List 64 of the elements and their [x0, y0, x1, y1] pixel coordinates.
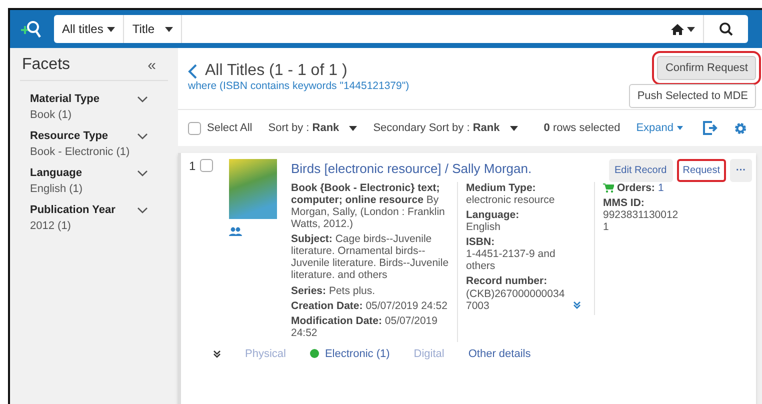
request-button[interactable]: Request — [676, 159, 726, 182]
facet-heading: Language — [30, 167, 82, 179]
result-number: 1 — [189, 159, 196, 173]
orders-link[interactable]: 1 — [658, 182, 664, 194]
record-tab[interactable]: Electronic (1) — [324, 348, 390, 360]
search-icon — [719, 22, 733, 36]
record-title-link[interactable]: Birds [electronic resource] / Sally Morgan. — [291, 161, 532, 176]
field-label: ISBN: — [466, 236, 496, 248]
field-value: electronic resource — [466, 194, 555, 206]
facet-heading: Resource Type — [30, 130, 108, 142]
facet-value[interactable]: 2012 (1) — [30, 220, 148, 232]
query-link[interactable]: where (ISBN contains keywords "1445121379") — [188, 80, 410, 92]
caret-icon — [165, 26, 174, 32]
caret-icon — [510, 126, 518, 130]
field-dropdown[interactable]: Title — [124, 15, 182, 43]
home-icon[interactable] — [671, 24, 684, 34]
field-value: 1-4451-2137-9 and others — [466, 248, 556, 272]
results-title: All Titles (1 - 1 of 1 ) — [205, 62, 348, 80]
search-logo-icon[interactable] — [20, 19, 42, 39]
field-label: Language: — [466, 209, 520, 222]
edit-record-button[interactable]: Edit Record — [608, 159, 673, 182]
sort-label: Sort by : Rank — [268, 122, 340, 134]
facet-heading: Publication Year — [30, 204, 116, 216]
row-checkbox[interactable] — [200, 159, 213, 172]
caret-icon — [107, 26, 116, 32]
field-value: (CKB)2670000000347003 — [466, 288, 566, 312]
users-icon[interactable] — [229, 227, 242, 236]
facet-value[interactable]: Book - Electronic (1) — [30, 146, 148, 158]
record-field: Modification Date: 05/07/2019 24:52 — [291, 314, 451, 339]
export-icon[interactable] — [702, 121, 718, 135]
settings-icon[interactable] — [734, 122, 747, 134]
field-value: 99238311300121 — [603, 209, 678, 234]
chevron-down-icon[interactable] — [137, 96, 148, 102]
facet-heading: Material Type — [30, 93, 100, 105]
rows-selected-text: 0 rows selected — [544, 122, 620, 134]
caret-icon — [676, 126, 683, 130]
record-field: Creation Date: 05/07/2019 24:52 — [291, 300, 451, 312]
field-label: Medium Type: — [466, 182, 537, 194]
double-chevron-icon[interactable] — [213, 350, 221, 358]
cart-icon — [603, 183, 614, 193]
push-button[interactable]: Push Selected to MDE — [629, 84, 756, 108]
chevron-down-icon[interactable] — [137, 170, 148, 176]
facet-value[interactable]: English (1) — [30, 183, 148, 195]
chevron-down-icon[interactable] — [137, 132, 148, 140]
orders-label: Orders: — [617, 182, 655, 194]
caret-icon — [687, 26, 695, 32]
select-all-checkbox[interactable] — [188, 122, 201, 134]
caret-icon — [349, 126, 358, 130]
select-all-label[interactable]: Select All — [207, 122, 252, 134]
secondary-sort-label: Secondary Sort by : Rank — [373, 122, 500, 134]
chevron-down-icon[interactable] — [137, 206, 148, 214]
record-tab[interactable]: Other details — [468, 348, 531, 360]
record-description: Book {Book - Electronic} text; computer; online resource By Morgan, Sally, (London : Franklin Watts, 2012.) — [291, 182, 446, 230]
record-field: Subject: Cage birds--Juvenile literature. Ornamental birds--Juvenile literature. Birds--Juvenile literature. and others — [291, 233, 451, 282]
field-label: Record number: — [466, 275, 548, 288]
scope-dropdown[interactable]: All titles — [54, 15, 124, 43]
field-label: MMS ID: — [603, 197, 646, 210]
more-button[interactable]: ··· — [730, 159, 752, 182]
field-value: English — [466, 221, 500, 234]
collapse-button[interactable]: « — [138, 56, 166, 74]
expand-link[interactable]: Expand — [636, 122, 674, 134]
record-field: Series: Pets plus. — [291, 284, 451, 297]
facets-title: Facets — [22, 56, 70, 74]
facet-value[interactable]: Book (1) — [30, 109, 148, 121]
